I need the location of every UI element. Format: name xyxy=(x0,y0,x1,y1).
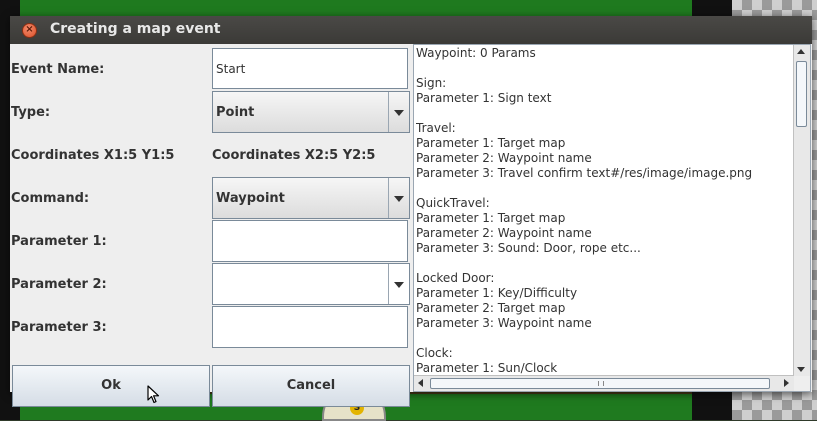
window-title: Creating a map event xyxy=(50,21,221,37)
type-select[interactable]: Point xyxy=(212,91,410,133)
command-select[interactable]: Waypoint xyxy=(212,177,410,219)
parameter-2-dropdown-button[interactable] xyxy=(388,264,409,304)
chevron-down-icon xyxy=(394,282,404,288)
vertical-scrollbar[interactable] xyxy=(793,45,810,376)
event-name-value: Start xyxy=(216,62,246,76)
parameter-2-select[interactable] xyxy=(212,263,410,305)
scroll-down-button[interactable] xyxy=(794,362,809,376)
event-form: Event Name: Start Type: Point Coordinate… xyxy=(10,44,412,407)
vertical-scroll-thumb[interactable] xyxy=(796,61,807,127)
arrow-right-icon xyxy=(784,379,789,387)
map-event-dialog: × Creating a map event Event Name: Start… xyxy=(10,16,812,407)
command-label: Command: xyxy=(11,191,90,206)
command-help-text: Waypoint: 0 Params Sign: Parameter 1: Si… xyxy=(416,46,753,375)
event-name-label: Event Name: xyxy=(11,62,105,77)
scroll-left-button[interactable] xyxy=(414,376,429,390)
type-value: Point xyxy=(216,105,255,120)
command-dropdown-button[interactable] xyxy=(388,178,409,218)
mouse-pointer-icon xyxy=(147,385,160,404)
grip-icon xyxy=(598,381,604,386)
command-help-textarea[interactable]: Waypoint: 0 Params Sign: Parameter 1: Si… xyxy=(413,44,811,392)
parameter-1-input[interactable] xyxy=(212,220,408,262)
horizontal-scrollbar[interactable] xyxy=(414,375,794,391)
command-value: Waypoint xyxy=(216,191,285,206)
coordinates-1-label: Coordinates X1:5 Y1:5 xyxy=(11,148,175,163)
ok-button[interactable]: Ok xyxy=(12,365,210,407)
arrow-down-icon xyxy=(797,367,805,372)
arrow-left-icon xyxy=(418,379,423,387)
chevron-down-icon xyxy=(394,196,404,202)
horizontal-scroll-thumb[interactable] xyxy=(430,378,770,389)
event-name-input[interactable]: Start xyxy=(212,48,408,89)
chevron-down-icon xyxy=(394,110,404,116)
close-button[interactable]: × xyxy=(22,23,37,38)
parameter-2-label: Parameter 2: xyxy=(11,277,107,292)
close-icon: × xyxy=(25,24,34,35)
type-dropdown-button[interactable] xyxy=(388,92,409,132)
parameter-3-input[interactable] xyxy=(212,306,408,348)
arrow-up-icon xyxy=(797,49,805,54)
cancel-button[interactable]: Cancel xyxy=(212,365,410,407)
parameter-3-label: Parameter 3: xyxy=(11,320,107,335)
parameter-1-label: Parameter 1: xyxy=(11,234,107,249)
title-bar[interactable]: × Creating a map event xyxy=(10,16,812,44)
scroll-up-button[interactable] xyxy=(794,45,809,59)
type-label: Type: xyxy=(11,105,51,120)
scroll-corner xyxy=(794,376,810,391)
coordinates-2-label: Coordinates X2:5 Y2:5 xyxy=(212,148,376,163)
scroll-right-button[interactable] xyxy=(779,376,794,390)
